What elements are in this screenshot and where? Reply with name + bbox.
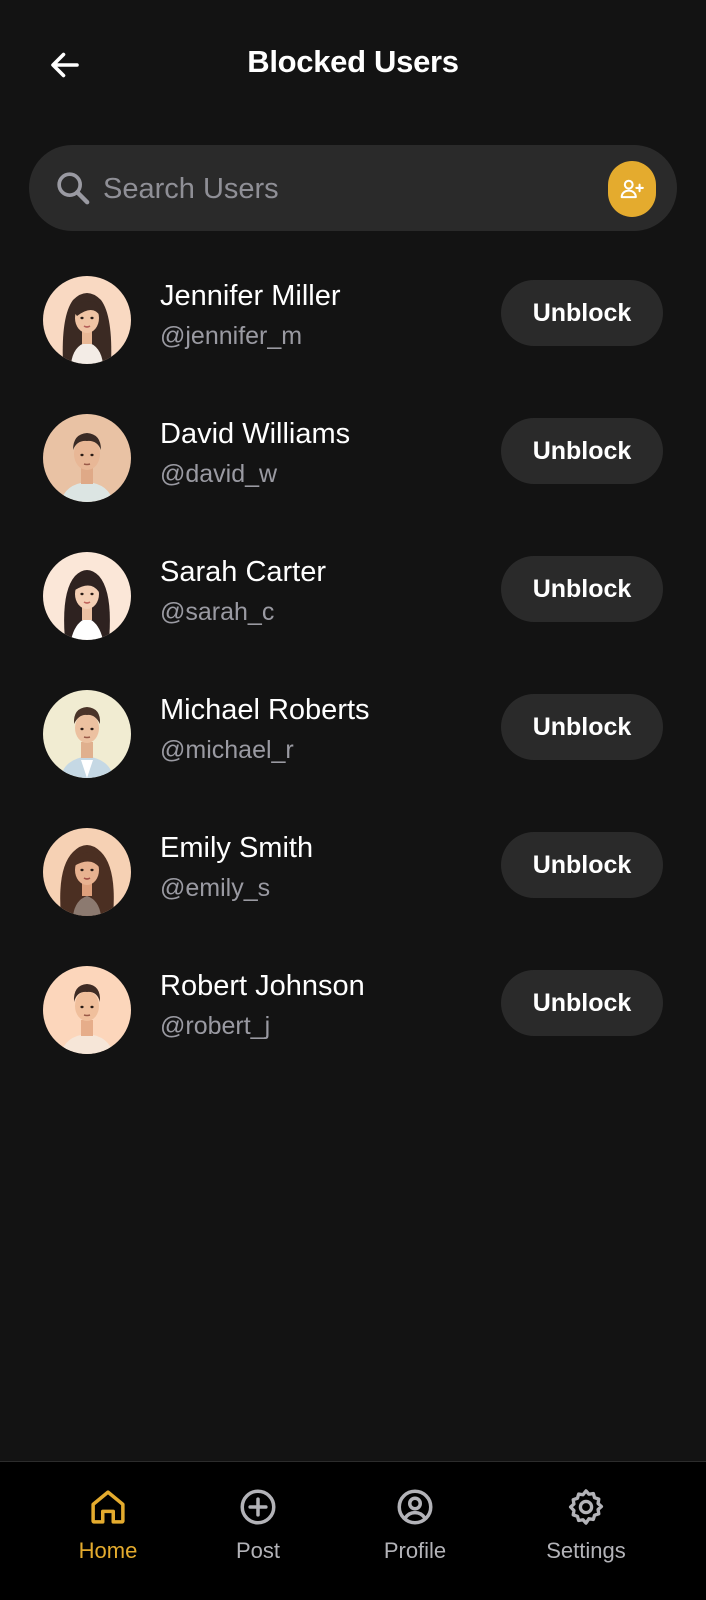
list-item: Robert Johnson @robert_j Unblock <box>0 960 706 1098</box>
user-name: David Williams <box>160 418 351 450</box>
user-name: Sarah Carter <box>160 556 327 588</box>
avatar <box>43 552 131 640</box>
female-avatar-icon <box>43 276 131 364</box>
unblock-button[interactable]: Unblock <box>501 832 663 898</box>
user-handle: @jennifer_m <box>160 322 303 350</box>
plus-circle-icon <box>240 1489 276 1525</box>
blocked-users-screen: Blocked Users Search Users Jennifer Mill… <box>0 0 706 1600</box>
nav-item-post[interactable]: Post <box>218 1462 298 1600</box>
bottom-nav: Home Post Profile Settings <box>0 1461 706 1600</box>
nav-label-post: Post <box>235 1538 281 1563</box>
unblock-button[interactable]: Unblock <box>501 280 663 346</box>
add-user-icon <box>620 179 644 199</box>
search-bar <box>29 145 677 231</box>
list-item: David Williams @david_w Unblock <box>0 408 706 546</box>
nav-item-profile[interactable]: Profile <box>365 1462 465 1600</box>
user-circle-icon <box>397 1489 433 1525</box>
avatar <box>43 276 131 364</box>
male-avatar-icon <box>43 966 131 1054</box>
user-name: Robert Johnson <box>160 970 365 1002</box>
user-handle: @emily_s <box>160 874 271 902</box>
unblock-button[interactable]: Unblock <box>501 418 663 484</box>
add-user-button[interactable] <box>608 161 656 217</box>
male-avatar-icon <box>43 690 131 778</box>
list-item: Jennifer Miller @jennifer_m Unblock <box>0 270 706 408</box>
search-icon <box>57 172 90 205</box>
nav-item-home[interactable]: Home <box>68 1462 148 1600</box>
female-avatar-icon <box>43 828 131 916</box>
avatar <box>43 414 131 502</box>
male-avatar-icon <box>43 414 131 502</box>
blocked-users-list: Jennifer Miller @jennifer_m Unblock Davi… <box>0 270 706 1098</box>
page-title: Blocked Users <box>247 44 459 79</box>
nav-item-settings[interactable]: Settings <box>530 1462 642 1600</box>
home-icon <box>91 1490 125 1524</box>
nav-label-home: Home <box>78 1538 138 1563</box>
avatar <box>43 690 131 778</box>
user-handle: @david_w <box>160 460 278 488</box>
header: Blocked Users <box>0 0 706 130</box>
search-input[interactable] <box>101 165 585 213</box>
list-item: Michael Roberts @michael_r Unblock <box>0 684 706 822</box>
list-item: Emily Smith @emily_s Unblock <box>0 822 706 960</box>
avatar <box>43 828 131 916</box>
gear-icon <box>568 1489 604 1525</box>
user-name: Michael Roberts <box>160 694 370 726</box>
user-name: Emily Smith <box>160 832 314 864</box>
user-handle: @robert_j <box>160 1012 271 1040</box>
user-name: Jennifer Miller <box>160 280 341 312</box>
user-handle: @michael_r <box>160 736 294 764</box>
female-avatar-icon <box>43 552 131 640</box>
nav-label-profile: Profile <box>383 1538 447 1563</box>
unblock-button[interactable]: Unblock <box>501 694 663 760</box>
unblock-button[interactable]: Unblock <box>501 970 663 1036</box>
nav-label-settings: Settings <box>546 1538 626 1563</box>
list-item: Sarah Carter @sarah_c Unblock <box>0 546 706 684</box>
unblock-button[interactable]: Unblock <box>501 556 663 622</box>
user-handle: @sarah_c <box>160 598 275 626</box>
avatar <box>43 966 131 1054</box>
